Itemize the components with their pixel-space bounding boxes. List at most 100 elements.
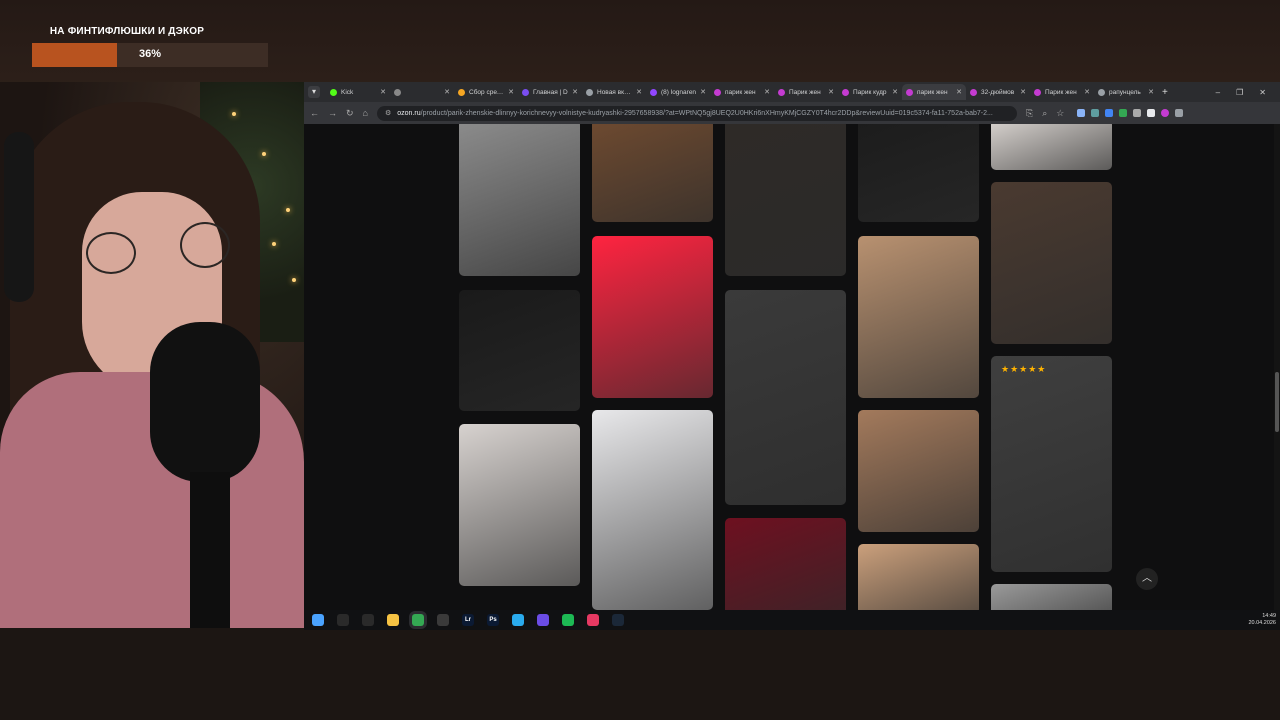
photoshop-icon[interactable]: Ps (487, 614, 499, 626)
extension-icon[interactable] (1119, 109, 1128, 117)
browser-tab[interactable]: Сбор средств✕ (454, 84, 518, 100)
lightroom-icon[interactable]: Lr (462, 614, 474, 626)
file-explorer-icon[interactable] (387, 614, 399, 626)
review-photo[interactable] (592, 236, 713, 398)
review-photo[interactable] (858, 236, 979, 398)
close-tab-icon[interactable]: ✕ (444, 88, 450, 96)
ozon-icon (714, 88, 721, 96)
new-tab-button[interactable]: + (1162, 87, 1168, 98)
obs-icon[interactable] (437, 614, 449, 626)
review-photo[interactable] (858, 544, 979, 610)
search-icon[interactable] (337, 614, 349, 626)
profile-avatar[interactable] (1161, 109, 1170, 117)
tree-light (292, 278, 296, 282)
browser-tab[interactable]: Парик кудр ✕ (838, 84, 902, 100)
review-photo[interactable] (459, 424, 580, 586)
review-photo-rated[interactable]: ★★★★★ (991, 356, 1112, 572)
review-photo[interactable] (459, 290, 580, 411)
scroll-to-top-button[interactable]: ︿ (1136, 568, 1158, 590)
close-tab-icon[interactable]: ✕ (1020, 88, 1026, 96)
tab-bar: ▾ Kick✕✕Сбор средств✕Главная | D✕Новая в… (304, 82, 1280, 102)
review-photo[interactable] (592, 124, 713, 222)
close-tab-icon[interactable]: ✕ (1148, 88, 1154, 96)
review-photo[interactable] (858, 410, 979, 532)
close-tab-icon[interactable]: ✕ (956, 88, 962, 96)
home-icon[interactable]: ⌂ (363, 108, 368, 118)
close-tab-icon[interactable]: ✕ (572, 88, 578, 96)
tree-light (232, 112, 236, 116)
close-tab-icon[interactable]: ✕ (508, 88, 514, 96)
cast-icon[interactable]: ⎘ (1026, 108, 1033, 119)
review-photo[interactable] (858, 124, 979, 222)
close-tab-icon[interactable]: ✕ (636, 88, 642, 96)
system-clock[interactable]: 14:49 20.04.2026 (1248, 613, 1280, 627)
chrome-icon[interactable] (412, 614, 424, 626)
close-window-button[interactable]: ✕ (1259, 88, 1266, 97)
maximize-button[interactable]: ❐ (1236, 88, 1243, 97)
close-tab-icon[interactable]: ✕ (892, 88, 898, 96)
close-tab-icon[interactable]: ✕ (1084, 88, 1090, 96)
chrome-icon (586, 88, 593, 96)
menu-icon[interactable] (1175, 109, 1184, 117)
browser-tab[interactable]: парик жен ✕ (902, 84, 966, 100)
browser-tab[interactable]: Kick ✕ (326, 84, 390, 100)
muted-audio-icon (394, 88, 401, 96)
steam-icon[interactable] (612, 614, 624, 626)
review-photo[interactable] (991, 182, 1112, 344)
browser-tab[interactable]: парик жен ✕ (710, 84, 774, 100)
start-icon[interactable] (312, 614, 324, 626)
browser-tab[interactable]: ✕ (390, 84, 454, 100)
browser-tab[interactable]: (8) lognaren ✕ (646, 84, 710, 100)
extensions (1077, 109, 1184, 117)
review-photo[interactable] (592, 410, 713, 610)
task-view-icon[interactable] (362, 614, 374, 626)
url-field[interactable]: ⚙ ozon.ru/product/parik-zhenskie-dlinnyy… (376, 105, 1017, 121)
extension-icon[interactable] (1147, 109, 1156, 117)
goal-percent: 36% (138, 48, 162, 60)
back-icon[interactable]: ← (310, 108, 319, 118)
scrollbar[interactable] (1274, 124, 1280, 610)
d-icon (522, 88, 529, 96)
close-tab-icon[interactable]: ✕ (828, 88, 834, 96)
extension-icon[interactable] (1091, 109, 1100, 117)
site-info-icon[interactable]: ⚙ (385, 109, 391, 117)
telegram-icon[interactable] (512, 614, 524, 626)
ozon-icon (778, 88, 785, 96)
close-tab-icon[interactable]: ✕ (700, 88, 706, 96)
app-grid-icon[interactable] (537, 614, 549, 626)
browser-tab[interactable]: 32-дюймов ✕ (966, 84, 1030, 100)
review-photo[interactable] (725, 290, 846, 505)
kick-icon (330, 88, 337, 96)
ozon-icon (906, 88, 913, 96)
close-tab-icon[interactable]: ✕ (764, 88, 770, 96)
spotify-icon[interactable] (562, 614, 574, 626)
app-red-icon[interactable] (587, 614, 599, 626)
browser-tab[interactable]: Новая вкладка✕ (582, 84, 646, 100)
extension-icon[interactable] (1105, 109, 1114, 117)
extension-icon[interactable] (1077, 109, 1086, 117)
browser-tab[interactable]: Главная | D ✕ (518, 84, 582, 100)
browser-tab[interactable]: рапунцель ✕ (1094, 84, 1158, 100)
puzzle-icon[interactable] (1133, 109, 1142, 117)
browser-tab[interactable]: Парик жен ✕ (774, 84, 838, 100)
browser-tab[interactable]: Парик жен ✕ (1030, 84, 1094, 100)
tab-label: (8) lognaren (661, 88, 697, 96)
scrollbar-thumb[interactable] (1275, 372, 1279, 432)
url-host: ozon.ru (397, 109, 421, 117)
reload-icon[interactable]: ↻ (346, 108, 354, 119)
review-photo[interactable] (991, 584, 1112, 610)
forward-icon[interactable]: → (328, 108, 337, 118)
close-tab-icon[interactable]: ✕ (380, 88, 386, 96)
review-photo[interactable] (459, 124, 580, 276)
tab-label: парик жен (917, 88, 948, 96)
review-photo[interactable] (991, 124, 1112, 170)
zoom-icon[interactable]: ⌕ (1042, 108, 1047, 119)
tab-label: Kick (341, 88, 354, 96)
minimize-button[interactable]: – (1216, 88, 1220, 97)
twitch-icon (650, 88, 657, 96)
review-photo[interactable] (725, 124, 846, 276)
tab-search-button[interactable]: ▾ (308, 86, 320, 98)
bookmark-star-icon[interactable]: ☆ (1056, 108, 1064, 119)
review-photo[interactable] (725, 518, 846, 610)
tab-label: Парик жен (789, 88, 821, 96)
